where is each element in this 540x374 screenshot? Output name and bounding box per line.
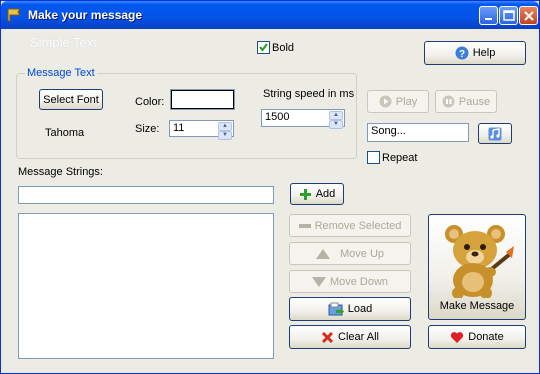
add-button[interactable]: Add — [290, 183, 344, 205]
arrow-down-icon — [311, 276, 326, 287]
arrow-up-icon — [315, 248, 330, 259]
checkmark-icon — [259, 43, 268, 52]
play-icon — [379, 95, 392, 108]
add-icon — [299, 188, 311, 200]
pause-icon — [442, 95, 455, 108]
make-message-button[interactable]: Make Message — [428, 214, 526, 320]
message-strings-list[interactable] — [18, 213, 274, 359]
clear-all-button[interactable]: Clear All — [289, 325, 411, 349]
preview-text: Simple Text — [30, 35, 97, 50]
play-label: Play — [395, 95, 418, 108]
song-value: Song... — [371, 125, 406, 137]
minimize-button[interactable] — [479, 6, 498, 25]
close-button[interactable] — [519, 6, 538, 25]
move-down-label: Move Down — [329, 275, 389, 288]
minus-icon — [298, 223, 311, 228]
teddy-bear-icon — [445, 225, 514, 298]
client-area: Simple Text Bold ? Help Message Text Sel… — [4, 29, 536, 371]
message-string-input[interactable] — [18, 186, 274, 204]
color-label: Color: — [135, 96, 165, 108]
load-label: Load — [347, 303, 373, 315]
add-label: Add — [315, 188, 336, 200]
maximize-button[interactable] — [499, 6, 518, 25]
load-icon — [328, 302, 344, 316]
donate-label: Donate — [468, 331, 504, 343]
pause-label: Pause — [458, 95, 491, 108]
make-message-label: Make Message — [439, 300, 515, 312]
font-name-label: Tahoma — [45, 127, 85, 139]
help-icon: ? — [455, 46, 469, 60]
speed-spin-buttons[interactable]: ▲ ▼ — [329, 111, 343, 129]
load-button[interactable]: Load — [289, 297, 411, 321]
repeat-label: Repeat — [382, 152, 418, 164]
message-strings-label: Message Strings: — [18, 166, 103, 178]
speed-value: 1500 — [265, 111, 290, 123]
size-spinner[interactable]: 11 ▲ ▼ — [169, 120, 234, 140]
move-up-button[interactable]: Move Up — [289, 242, 411, 265]
bold-checkbox[interactable] — [257, 41, 270, 54]
music-note-icon — [488, 127, 502, 140]
song-field[interactable]: Song... — [367, 123, 469, 142]
speed-spinner[interactable]: 1500 ▲ ▼ — [261, 109, 345, 129]
repeat-checkbox[interactable] — [367, 151, 380, 164]
size-spin-buttons[interactable]: ▲ ▼ — [218, 122, 232, 140]
color-swatch[interactable] — [170, 89, 235, 110]
size-label: Size: — [135, 123, 160, 135]
select-font-button[interactable]: Select Font — [39, 89, 103, 110]
bold-label: Bold — [272, 42, 295, 54]
pause-button[interactable]: Pause — [435, 90, 497, 113]
clear-all-label: Clear All — [338, 331, 379, 343]
move-down-button[interactable]: Move Down — [289, 270, 411, 293]
select-font-label: Select Font — [43, 93, 99, 106]
svg-text:?: ? — [459, 49, 465, 60]
move-up-label: Move Up — [339, 247, 385, 260]
app-icon — [7, 8, 21, 22]
help-label: Help — [472, 47, 496, 59]
title-bar[interactable]: Make your message — [1, 1, 539, 29]
browse-song-button[interactable] — [478, 123, 512, 144]
remove-selected-label: Remove Selected — [314, 219, 402, 232]
clear-icon — [321, 331, 334, 343]
heart-icon — [451, 331, 464, 343]
help-button[interactable]: ? Help — [424, 41, 526, 65]
window-title: Make your message — [28, 8, 143, 22]
play-button[interactable]: Play — [367, 90, 429, 113]
size-value: 11 — [173, 122, 185, 134]
speed-label: String speed in ms — [263, 88, 355, 100]
app-window: Make your message Simple Text Bold ? Hel… — [0, 0, 540, 374]
donate-button[interactable]: Donate — [428, 325, 526, 349]
remove-selected-button[interactable]: Remove Selected — [289, 214, 411, 237]
message-text-group-label: Message Text — [25, 67, 97, 79]
